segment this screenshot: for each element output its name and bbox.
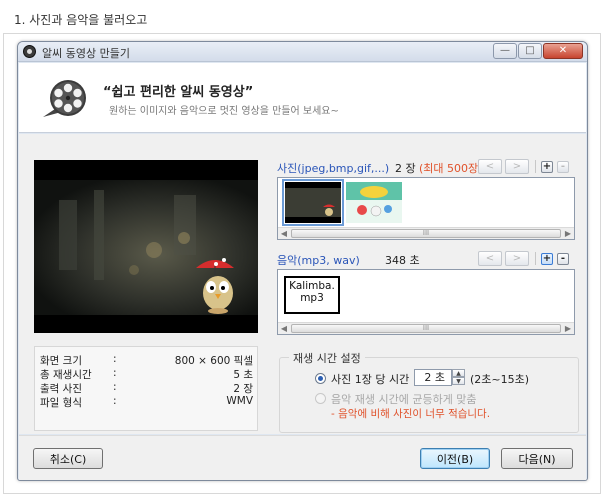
scroll-thumb[interactable]: III <box>291 324 561 333</box>
info-value: 800 × 600 픽셀 <box>174 355 253 367</box>
next-button[interactable]: 다음(N) <box>501 448 573 469</box>
photo-shortage-warning: - 음악에 비해 사진이 너무 적습니다. <box>331 408 491 420</box>
playback-time-title: 재생 시간 설정 <box>289 350 365 366</box>
add-photo-button[interactable]: + <box>541 161 553 173</box>
info-colon: : <box>113 395 117 407</box>
info-row-output-photos: 출력 사진 : 2 장 <box>35 381 259 395</box>
info-label: 총 재생시간 <box>40 369 92 381</box>
music-prev-button[interactable]: < <box>478 251 502 266</box>
per-photo-time-radio[interactable] <box>315 373 326 384</box>
film-reel-icon <box>43 80 86 117</box>
stepper-up-icon[interactable]: ▲ <box>452 369 465 377</box>
music-list-scrollbar[interactable]: ◀ III ▶ <box>278 322 574 334</box>
info-colon: : <box>113 367 117 379</box>
info-label: 파일 형식 <box>40 397 82 409</box>
photos-divider <box>535 160 536 173</box>
info-value: 5 초 <box>233 369 253 381</box>
fit-to-music-label[interactable]: 음악 재생 시간에 균등하게 맞춤 <box>331 391 477 407</box>
header-tagline: “쉽고 편리한 알씨 동영상” <box>103 85 254 100</box>
music-item[interactable]: Kalimba.mp3 <box>284 276 340 314</box>
photos-max-count: (최대 500장) <box>419 162 483 175</box>
scroll-thumb[interactable]: III <box>291 229 561 238</box>
info-row-screen-size: 화면 크기 : 800 × 600 픽셀 <box>35 353 259 367</box>
document-heading: 1. 사진과 음악을 불러오고 <box>14 13 148 27</box>
info-colon: : <box>113 353 117 365</box>
photo-thumbnail[interactable] <box>346 182 402 223</box>
seconds-per-photo-input[interactable]: 2 초 <box>414 369 452 386</box>
music-duration: 348 초 <box>385 254 420 267</box>
previous-button[interactable]: 이전(B) <box>420 448 490 469</box>
music-section-label: 음악(mp3, wav) <box>277 254 360 267</box>
photo-preview <box>34 160 258 333</box>
maximize-button[interactable]: □ <box>518 43 542 59</box>
info-value: 2 장 <box>233 383 253 395</box>
photos-prev-button[interactable]: < <box>478 159 502 174</box>
per-photo-time-label[interactable]: 사진 1장 당 시간 <box>331 371 409 387</box>
remove-music-button[interactable]: - <box>557 253 569 265</box>
close-button[interactable]: ✕ <box>543 43 583 59</box>
stepper-down-icon[interactable]: ▼ <box>452 377 465 385</box>
preview-image <box>34 160 258 333</box>
info-colon: : <box>113 381 117 393</box>
window-title: 알씨 동영상 만들기 <box>42 47 130 60</box>
scroll-left-icon[interactable]: ◀ <box>278 228 290 239</box>
app-icon <box>23 45 36 58</box>
scroll-right-icon[interactable]: ▶ <box>562 228 574 239</box>
info-row-total-time: 총 재생시간 : 5 초 <box>35 367 259 381</box>
title-bar[interactable]: 알씨 동영상 만들기 — □ ✕ <box>18 42 587 62</box>
info-label: 출력 사진 <box>40 383 82 395</box>
music-next-button[interactable]: > <box>505 251 529 266</box>
info-label: 화면 크기 <box>40 355 82 367</box>
photos-count: 2 장 <box>395 162 416 175</box>
scroll-left-icon[interactable]: ◀ <box>278 323 290 334</box>
fit-to-music-radio[interactable] <box>315 393 326 404</box>
photo-list-scrollbar[interactable]: ◀ III ▶ <box>278 227 574 239</box>
photos-next-button[interactable]: > <box>505 159 529 174</box>
add-music-button[interactable]: + <box>541 253 553 265</box>
output-info-panel: 화면 크기 : 800 × 600 픽셀 총 재생시간 : 5 초 출력 사진 … <box>34 346 258 431</box>
photos-section-label: 사진(jpeg,bmp,gif,...) <box>277 162 390 175</box>
minimize-button[interactable]: — <box>493 43 517 59</box>
scroll-right-icon[interactable]: ▶ <box>562 323 574 334</box>
remove-photo-button[interactable]: - <box>557 161 569 173</box>
music-list[interactable]: Kalimba.mp3 ◀ III ▶ <box>277 269 575 335</box>
dialog-footer: 취소(C) 이전(B) 다음(N) <box>19 435 586 480</box>
info-row-file-format: 파일 형식 : WMV <box>35 395 259 409</box>
photo-thumbnail[interactable] <box>282 179 344 226</box>
seconds-range-hint: (2초~15초) <box>470 373 530 386</box>
header-subtitle: 원하는 이미지와 음악으로 멋진 영상을 만들어 보세요~ <box>109 106 339 117</box>
photo-list[interactable]: ◀ III ▶ <box>277 177 575 240</box>
main-panel: < > 화면 크기 : 800 × 600 픽셀 총 재생시간 : 5 초 출력… <box>19 134 586 434</box>
info-value: WMV <box>226 395 253 407</box>
cancel-button[interactable]: 취소(C) <box>33 448 103 469</box>
app-window: 알씨 동영상 만들기 — □ ✕ “쉽고 편리한 알씨 동영상” 원하는 이미지… <box>17 41 588 481</box>
seconds-stepper[interactable]: ▲ ▼ <box>452 369 465 386</box>
window-controls: — □ ✕ <box>493 43 583 59</box>
header-banner: “쉽고 편리한 알씨 동영상” 원하는 이미지와 음악으로 멋진 영상을 만들어… <box>19 63 586 133</box>
music-divider <box>535 252 536 265</box>
